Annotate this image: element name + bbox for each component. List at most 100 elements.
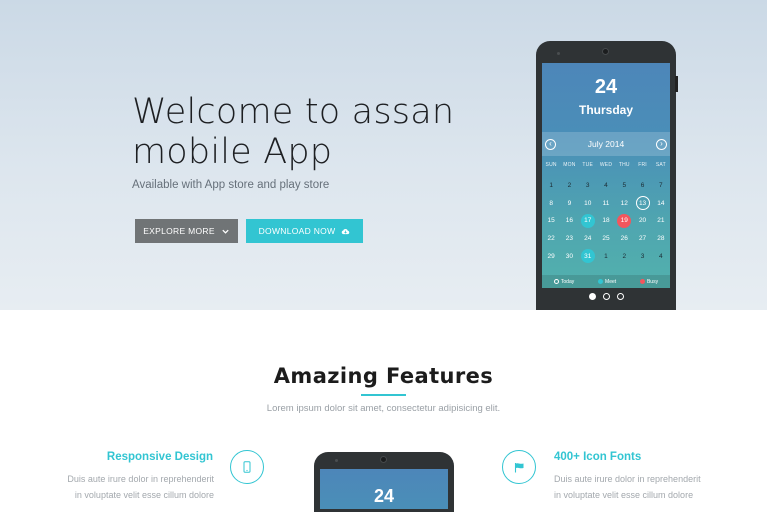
- calendar-day[interactable]: 27: [633, 230, 651, 248]
- calendar-day[interactable]: 23: [560, 230, 578, 248]
- calendar-day[interactable]: 20: [633, 212, 651, 230]
- today-dot-icon: [553, 279, 559, 284]
- calendar-day-label: 27: [638, 235, 647, 243]
- calendar-day[interactable]: 3: [633, 247, 651, 265]
- calendar-day[interactable]: 11: [597, 195, 615, 213]
- calendar-day-label: 15: [547, 217, 555, 225]
- weekday-label: THU: [618, 162, 630, 168]
- flag-icon: [514, 462, 523, 472]
- calendar-day[interactable]: 7: [652, 177, 670, 195]
- slider-dot-3[interactable]: [617, 293, 624, 300]
- calendar-day[interactable]: 28: [652, 230, 670, 248]
- calendar-day[interactable]: 19: [615, 212, 633, 230]
- calendar-day-label: 24: [584, 235, 592, 243]
- calendar-day[interactable]: 22: [542, 230, 560, 248]
- calendar-day[interactable]: 18: [597, 212, 615, 230]
- feature-icon-fonts-line-1: Duis aute irure dolor in reprehenderit: [554, 474, 701, 484]
- calendar-day-label: 25: [602, 235, 610, 243]
- calendar-day-label: 8: [549, 199, 553, 207]
- calendar-day-label: 3: [585, 182, 590, 190]
- calendar-day[interactable]: 13: [633, 195, 651, 213]
- calendar-day-label: 26: [620, 235, 628, 243]
- calendar-day[interactable]: 3: [579, 177, 597, 195]
- phone-screen: 24 Thursday ‹ July 2014 › SUN MON TUE WE…: [542, 63, 670, 288]
- calendar-month: July 2014: [587, 139, 625, 149]
- weekday-label: WED: [599, 162, 613, 168]
- calendar-day[interactable]: 8: [542, 195, 560, 213]
- slider-dot-2[interactable]: [603, 293, 610, 300]
- calendar-day[interactable]: 30: [560, 247, 578, 265]
- calendar-day-label: 19: [617, 213, 632, 228]
- weekday-label: FRI: [638, 162, 647, 168]
- chevron-left-icon[interactable]: ‹: [545, 138, 556, 150]
- calendar-day-label: 2: [622, 252, 627, 260]
- hero-section: Welcome to assan mobile App Available wi…: [0, 0, 767, 310]
- calendar-day[interactable]: 4: [597, 177, 615, 195]
- cloud-download-icon: [342, 228, 350, 234]
- calendar-day[interactable]: 12: [615, 195, 633, 213]
- calendar-day[interactable]: 21: [652, 212, 670, 230]
- explore-more-label: EXPLORE MORE: [143, 226, 215, 236]
- calendar-day-label: 20: [638, 217, 647, 225]
- calendar-day[interactable]: 17: [579, 212, 597, 230]
- phone-mockup: 24 Thursday ‹ July 2014 › SUN MON TUE WE…: [536, 41, 678, 310]
- download-now-button[interactable]: DOWNLOAD NOW: [246, 219, 363, 243]
- secondary-day-number: 24: [373, 486, 395, 506]
- features-subtitle: Lorem ipsum dolor sit amet, consectetur …: [266, 403, 501, 414]
- calendar-day[interactable]: 26: [615, 230, 633, 248]
- weekday-label: SAT: [655, 162, 666, 168]
- calendar-day[interactable]: 16: [560, 212, 578, 230]
- legend-busy-label: Busy: [646, 278, 659, 285]
- chevron-right-icon[interactable]: ›: [655, 138, 667, 150]
- calendar-day[interactable]: 5: [615, 177, 633, 195]
- slider-dot-1[interactable]: [589, 293, 596, 300]
- calendar-day[interactable]: 2: [615, 247, 633, 265]
- calendar-weekday: Thursday: [578, 103, 633, 117]
- feature-icon-fonts-title: 400+ Icon Fonts: [554, 451, 642, 463]
- download-now-label: DOWNLOAD NOW: [258, 226, 336, 236]
- calendar-day-label: 23: [565, 235, 574, 243]
- icon-fonts-icon-badge: [502, 450, 536, 484]
- legend-today: Today: [553, 279, 574, 285]
- chevron-down-icon: [222, 229, 229, 234]
- calendar-day-number: 24: [594, 76, 618, 98]
- calendar-weekdays: SUN MON TUE WED THU FRI SAT: [542, 162, 670, 168]
- calendar-day[interactable]: 2: [560, 177, 578, 195]
- calendar-day-label: 4: [604, 182, 608, 190]
- calendar-legend: Today Meet Busy: [542, 275, 670, 288]
- calendar-day[interactable]: 24: [579, 230, 597, 248]
- calendar-day-label: 4: [659, 252, 663, 260]
- calendar-day[interactable]: 4: [652, 247, 670, 265]
- calendar-day[interactable]: 15: [542, 212, 560, 230]
- hero-title: Welcome to assan mobile App: [132, 92, 455, 172]
- mobile-icon: [243, 461, 251, 473]
- slider-pagination: [589, 293, 624, 300]
- calendar-day-label: 5: [622, 182, 627, 190]
- explore-more-button[interactable]: EXPLORE MORE: [135, 219, 238, 243]
- phone-screen-secondary: 24: [320, 469, 448, 509]
- phone-speaker: [335, 459, 338, 462]
- phone-camera: [602, 48, 609, 55]
- calendar-day[interactable]: 1: [597, 247, 615, 265]
- calendar-day[interactable]: 9: [560, 195, 578, 213]
- feature-responsive-line-1: Duis aute irure dolor in reprehenderit: [67, 474, 214, 484]
- calendar-day[interactable]: 14: [652, 195, 670, 213]
- calendar-day-label: 29: [547, 252, 555, 260]
- calendar-day[interactable]: 25: [597, 230, 615, 248]
- calendar-day[interactable]: 1: [542, 177, 560, 195]
- calendar-day-label: 16: [565, 217, 574, 225]
- calendar-day-label: 31: [580, 249, 595, 264]
- calendar-day[interactable]: 29: [542, 247, 560, 265]
- calendar-day[interactable]: 6: [633, 177, 651, 195]
- calendar-day-label: 6: [640, 182, 645, 190]
- responsive-icon-badge: [230, 450, 264, 484]
- calendar-day-label: 12: [620, 199, 628, 207]
- calendar-day-label: 10: [584, 199, 592, 207]
- meet-dot-icon: [598, 279, 604, 284]
- legend-meet: Meet: [598, 279, 616, 285]
- calendar-day[interactable]: 31: [579, 247, 597, 265]
- calendar-day[interactable]: 10: [579, 195, 597, 213]
- calendar-day-label: 18: [602, 217, 610, 225]
- calendar-day-label: 21: [657, 217, 665, 225]
- weekday-label: SUN: [545, 162, 557, 168]
